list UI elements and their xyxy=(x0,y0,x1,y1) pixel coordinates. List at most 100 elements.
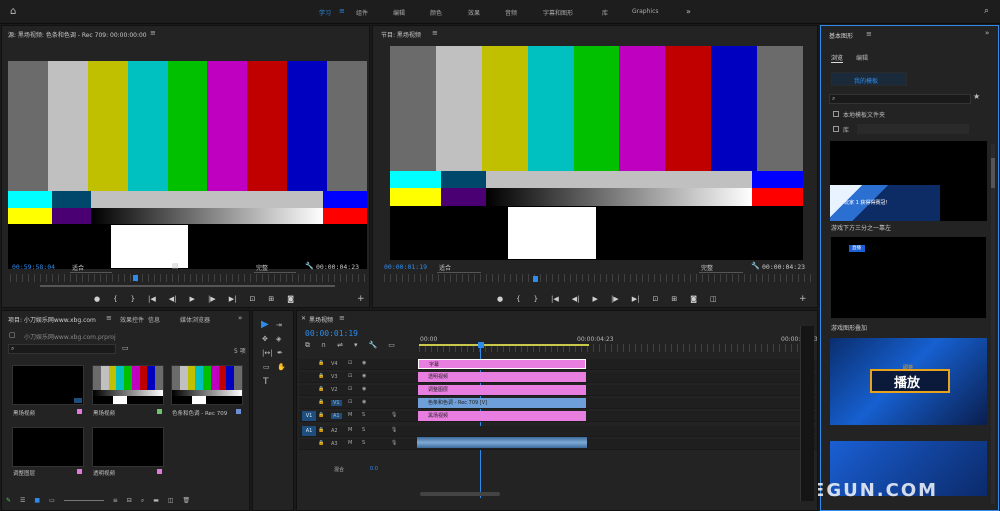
eye-icon[interactable]: ◉ xyxy=(362,360,366,366)
source-patch-audio[interactable]: A1 xyxy=(302,426,316,436)
timeline-clip[interactable]: 黑场视频 xyxy=(418,411,586,421)
automate-icon[interactable]: ⊟ xyxy=(127,497,132,507)
tab-graphics[interactable]: Graphics xyxy=(632,8,659,15)
tab-browse[interactable]: 浏览 xyxy=(831,53,844,63)
tab-info[interactable]: 信息 xyxy=(148,315,160,324)
export-frame-icon[interactable]: ◙ xyxy=(287,295,294,303)
label-color-swatch[interactable] xyxy=(157,409,162,414)
tab-graphics-captions[interactable]: 字幕和图形 xyxy=(543,8,573,17)
program-playhead[interactable] xyxy=(533,276,538,282)
star-icon[interactable]: ★ xyxy=(973,92,980,101)
lock-icon[interactable]: 🔒 xyxy=(318,412,324,418)
audio-track-label[interactable]: A1 xyxy=(331,413,342,419)
wrench-icon[interactable]: 🔧 xyxy=(751,262,760,270)
type-tool-icon[interactable]: T xyxy=(263,377,269,387)
tab-assembly[interactable]: 组件 xyxy=(356,8,368,17)
panel-menu-icon[interactable]: ≡ xyxy=(432,29,438,37)
tab-effects[interactable]: 效果 xyxy=(468,8,480,17)
new-item-icon[interactable]: ◫ xyxy=(168,497,174,507)
label-color-swatch[interactable] xyxy=(157,469,162,474)
find-icon[interactable]: ⌕ xyxy=(141,497,144,507)
sequence-tab[interactable]: 黑场视频 xyxy=(309,315,333,324)
panel-menu-icon[interactable]: ≡ xyxy=(106,314,112,322)
source-time-ruler[interactable] xyxy=(10,274,366,282)
video-track-label[interactable]: V4 xyxy=(331,361,338,367)
template-scrollbar[interactable] xyxy=(991,144,995,504)
microphone-icon[interactable]: 🎙 xyxy=(391,412,397,418)
timeline-scrollbar[interactable] xyxy=(420,492,500,496)
project-search-input[interactable]: ⌕ xyxy=(8,344,116,354)
sync-lock-icon[interactable]: ⊡ xyxy=(348,373,352,379)
icon-view-icon[interactable]: ■ xyxy=(34,497,40,507)
mark-in-icon[interactable]: { xyxy=(113,295,117,303)
local-folder-checkbox[interactable] xyxy=(833,111,839,117)
list-view-icon[interactable]: ☰ xyxy=(20,497,25,507)
work-area-bar[interactable] xyxy=(419,344,589,346)
sync-lock-icon[interactable]: ⊡ xyxy=(348,386,352,392)
program-time-ruler[interactable] xyxy=(384,274,812,282)
source-timecode[interactable]: 00:59:58:04 xyxy=(12,263,55,271)
microphone-icon[interactable]: 🎙 xyxy=(391,427,397,433)
export-frame-icon[interactable]: ◙ xyxy=(690,295,697,303)
new-bin-icon[interactable]: ▭ xyxy=(122,344,129,352)
solo-button[interactable]: S xyxy=(362,412,365,418)
project-item-thumb[interactable] xyxy=(92,427,164,467)
tab-learning[interactable]: 学习 xyxy=(319,8,331,17)
timeline-clip[interactable]: 字幕 xyxy=(418,359,586,369)
lock-icon[interactable]: 🔒 xyxy=(318,399,324,405)
captions-icon[interactable]: ▭ xyxy=(388,341,395,350)
template-thumb-lower-third[interactable]: 玩家 1 获得得赛冠！ xyxy=(830,141,987,221)
source-patch-video[interactable]: V1 xyxy=(302,411,316,421)
timeline-clip[interactable]: 色条和色调 - Rec 709 [V] xyxy=(418,398,586,408)
home-icon[interactable]: ⌂ xyxy=(10,6,16,17)
tab-color[interactable]: 颜色 xyxy=(430,8,442,17)
step-back-icon[interactable]: ◀| xyxy=(169,295,177,303)
timeline-clip[interactable]: 透明视频 xyxy=(418,372,586,382)
audio-track-label[interactable]: A2 xyxy=(331,428,338,434)
play-icon[interactable]: ▶ xyxy=(593,295,598,303)
lock-icon[interactable]: 🔒 xyxy=(318,373,324,379)
snap-icon[interactable]: ∩ xyxy=(321,341,326,350)
go-to-in-icon[interactable]: |◀ xyxy=(148,295,156,303)
label-color-swatch[interactable] xyxy=(77,469,82,474)
template-thumb-overlay[interactable]: 直播 xyxy=(830,236,987,319)
source-zoom-bar[interactable] xyxy=(40,285,335,287)
expand-icon[interactable]: » xyxy=(238,314,242,322)
mute-button[interactable]: M xyxy=(348,427,352,433)
lift-icon[interactable]: ⊡ xyxy=(652,295,658,303)
program-timecode[interactable]: 00:00:01:19 xyxy=(384,263,427,271)
mute-button[interactable]: M xyxy=(348,440,352,446)
sync-lock-icon[interactable]: ⊡ xyxy=(348,399,352,405)
step-forward-icon[interactable]: |▶ xyxy=(611,295,619,303)
nest-icon[interactable]: ⧉ xyxy=(305,341,310,350)
selection-tool-icon[interactable]: ▶ xyxy=(261,319,269,330)
insert-icon[interactable]: ⊡ xyxy=(249,295,255,303)
panel-menu-icon[interactable]: ≡ xyxy=(339,314,345,322)
source-quality-dropdown[interactable]: 完整 xyxy=(254,263,296,273)
mute-button[interactable]: M xyxy=(348,412,352,418)
add-button-icon[interactable]: + xyxy=(357,294,365,304)
mark-in-icon[interactable]: { xyxy=(516,295,520,303)
source-playhead[interactable] xyxy=(133,275,138,281)
go-to-out-icon[interactable]: ▶| xyxy=(229,295,237,303)
tab-editing[interactable]: 编辑 xyxy=(393,8,405,17)
add-button-icon[interactable]: + xyxy=(799,294,807,304)
new-bin-icon[interactable]: ▬ xyxy=(153,497,159,507)
close-icon[interactable]: ✕ xyxy=(301,315,306,322)
overwrite-icon[interactable]: ⊞ xyxy=(268,295,274,303)
extract-icon[interactable]: ⊞ xyxy=(671,295,677,303)
solo-button[interactable]: S xyxy=(362,440,365,446)
project-item-thumb[interactable] xyxy=(12,427,84,467)
project-item-thumb[interactable] xyxy=(171,365,243,405)
panel-menu-icon[interactable]: ≡ xyxy=(866,30,872,38)
rectangle-tool-icon[interactable]: ▭ xyxy=(263,363,270,371)
go-to-out-icon[interactable]: ▶| xyxy=(632,295,640,303)
tab-libraries[interactable]: 库 xyxy=(602,8,608,17)
sort-icon[interactable]: ≡ xyxy=(113,497,118,507)
tab-menu-icon[interactable]: ≡ xyxy=(339,7,345,15)
track-select-icon[interactable]: ⇥ xyxy=(276,321,282,329)
template-thumb-transition[interactable]: 即将 播放 xyxy=(830,338,987,425)
program-fit-dropdown[interactable]: 适合 xyxy=(437,263,481,273)
tab-edit[interactable]: 编辑 xyxy=(856,53,868,62)
tab-media-browser[interactable]: 媒体浏览器 xyxy=(180,315,210,324)
